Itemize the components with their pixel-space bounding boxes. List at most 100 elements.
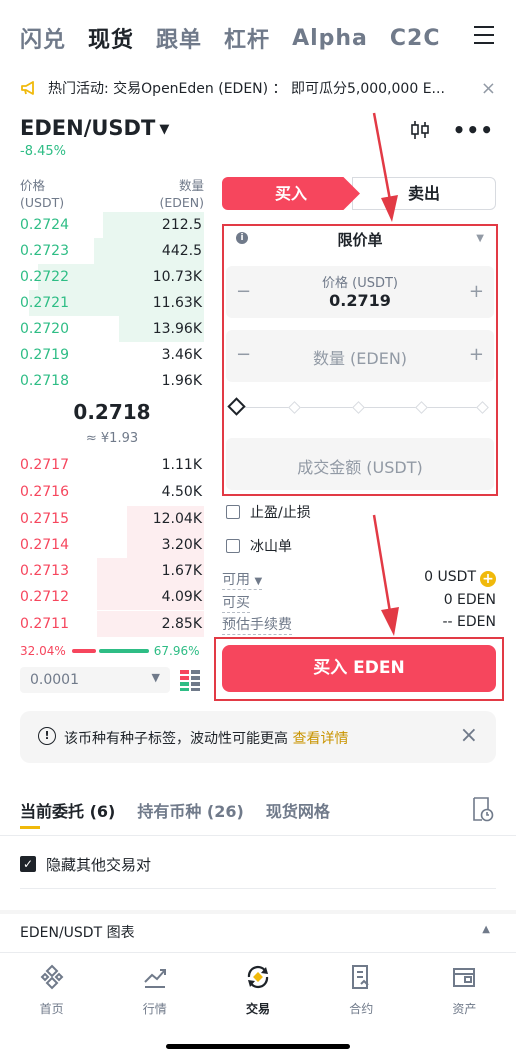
home-indicator [166,1044,350,1049]
buy-sell-ratio: 32.04% 67.96% [20,643,204,659]
row-price: 0.2723 [20,243,69,259]
order-history-icon[interactable] [472,797,494,823]
hide-other-pairs-checkbox[interactable]: ✓ 隐藏其他交易对 [20,853,151,875]
tab-open-orders[interactable]: 当前委托 (6) [20,798,115,822]
seed-tag-notice: ! 该币种有种子标签，波动性可能更高 查看详情 × [20,711,496,763]
notice-text: 该币种有种子标签，波动性可能更高 查看详情 [64,731,349,747]
row-price: 0.2721 [20,295,69,311]
menu-icon[interactable] [474,26,494,44]
row-price: 0.2712 [20,589,69,605]
row-price: 0.2713 [20,563,69,579]
market-chart-icon [144,969,166,988]
checkbox-icon [226,505,240,519]
candlestick-icon[interactable] [409,119,431,141]
trade-icon [247,965,269,989]
precision-select[interactable]: 0.0001 ▼ [20,667,170,693]
last-price-fiat: ≈ ¥1.93 [85,431,139,446]
orderbook-row[interactable]: 0.2719 3.46K [20,342,204,368]
tp-sl-label: 止盈/止损 [250,505,311,521]
exclamation-icon: ! [38,727,56,745]
fee-row: 预估手续费 -- EDEN [222,613,497,635]
divider [0,952,516,953]
nav-home[interactable]: 首页 [0,954,103,1024]
row-price: 0.2718 [20,373,69,389]
orderbook-header: 价格 (USDT) 数量 (EDEN) [20,177,204,211]
close-icon[interactable]: × [481,78,496,99]
sell-ratio: 32.04% [20,644,66,658]
divider [20,888,496,889]
buy-ratio-bar [98,649,149,653]
nav-assets[interactable]: 资产 [413,954,516,1024]
orderbook-row[interactable]: 0.2718 1.96K [20,368,204,394]
close-icon[interactable]: × [460,723,478,748]
row-qty: 11.63K [152,295,202,311]
orderbook-row[interactable]: 0.2712 4.09K [20,584,204,610]
futures-doc-icon [352,965,369,989]
orderbook-row[interactable]: 0.2721 11.63K [20,290,204,316]
iceberg-checkbox[interactable]: 冰山单 [226,536,292,556]
sell-tab[interactable]: 卖出 [352,177,496,210]
orderbook-row[interactable]: 0.2714 3.20K [20,532,204,558]
row-qty: 1.96K [161,373,202,389]
iceberg-label: 冰山单 [250,539,292,555]
row-price: 0.2711 [20,616,69,632]
orderbook-row[interactable]: 0.2713 1.67K [20,558,204,584]
price-change: -8.45% [20,144,66,159]
highlight-box-buy-button [214,637,504,701]
hide-other-pairs-label: 隐藏其他交易对 [46,855,152,874]
row-qty: 3.20K [161,537,202,553]
nav-futures[interactable]: 合约 [310,954,413,1024]
active-tab-indicator [20,826,40,829]
wallet-icon [453,968,476,987]
announcement-bar[interactable]: 热门活动: 交易OpenEden (EDEN) ： 即可瓜分5,000,000 … [20,74,496,102]
qty-header: 数量 [178,178,204,193]
orderbook-row[interactable]: 0.2715 12.04K [20,506,204,532]
buy-tab[interactable]: 买入 [222,177,360,210]
tab-spot-grid[interactable]: 现货网格 [266,798,330,822]
row-price: 0.2719 [20,347,69,363]
row-qty: 3.46K [161,347,202,363]
orderbook-row[interactable]: 0.2720 13.96K [20,316,204,342]
checkbox-icon [226,539,240,553]
tab-c2c[interactable]: C2C [390,26,441,51]
tab-copy-trading[interactable]: 跟单 [156,22,202,54]
available-label[interactable]: 可用 ▼ [222,569,263,590]
orderbook-row[interactable]: 0.2724 212.5 [20,212,204,238]
row-qty: 212.5 [161,217,202,233]
sell-ratio-bar [71,649,96,653]
orderbook-row[interactable]: 0.2722 10.73K [20,264,204,290]
tp-sl-checkbox[interactable]: 止盈/止损 [226,502,311,522]
tab-alpha[interactable]: Alpha [292,26,368,51]
chart-toggle[interactable]: EDEN/USDT 图表 ▲ [20,922,496,942]
caret-down-icon: ▼ [159,121,170,137]
buy-ratio: 67.96% [153,644,200,658]
tab-margin[interactable]: 杠杆 [224,22,270,54]
orderbook-row[interactable]: 0.2723 442.5 [20,238,204,264]
orderbook-row[interactable]: 0.2717 1.11K [20,452,204,478]
fee-label: 预估手续费 [222,614,292,635]
max-buy-label: 可买 [222,592,250,613]
nav-markets[interactable]: 行情 [103,954,206,1024]
megaphone-icon [21,81,34,95]
pair-selector[interactable]: EDEN/USDT ▼ [20,116,169,140]
bottom-nav: 首页 行情 交易 合约 资产 [0,954,516,1024]
row-qty: 10.73K [152,269,202,285]
caret-up-icon: ▲ [482,924,490,935]
row-price: 0.2722 [20,269,69,285]
max-buy-value: 0 EDEN [443,592,496,608]
orderbook-row[interactable]: 0.2716 4.50K [20,479,204,505]
tab-spot[interactable]: 现货 [88,22,134,54]
orderbook-layout-icon[interactable] [180,669,200,691]
row-price: 0.2724 [20,217,69,233]
nav-trade[interactable]: 交易 [206,954,309,1024]
divider [0,835,516,836]
view-details-link[interactable]: 查看详情 [292,731,348,747]
orderbook-row[interactable]: 0.2711 2.85K [20,611,204,637]
add-funds-icon[interactable]: + [480,571,496,587]
fee-value: -- EDEN [442,614,497,630]
tab-holdings[interactable]: 持有币种 (26) [137,798,243,822]
more-icon[interactable]: ••• [453,118,494,142]
row-qty: 13.96K [152,321,202,337]
chart-link-label: EDEN/USDT 图表 [20,925,135,941]
tab-convert[interactable]: 闪兑 [20,22,66,54]
